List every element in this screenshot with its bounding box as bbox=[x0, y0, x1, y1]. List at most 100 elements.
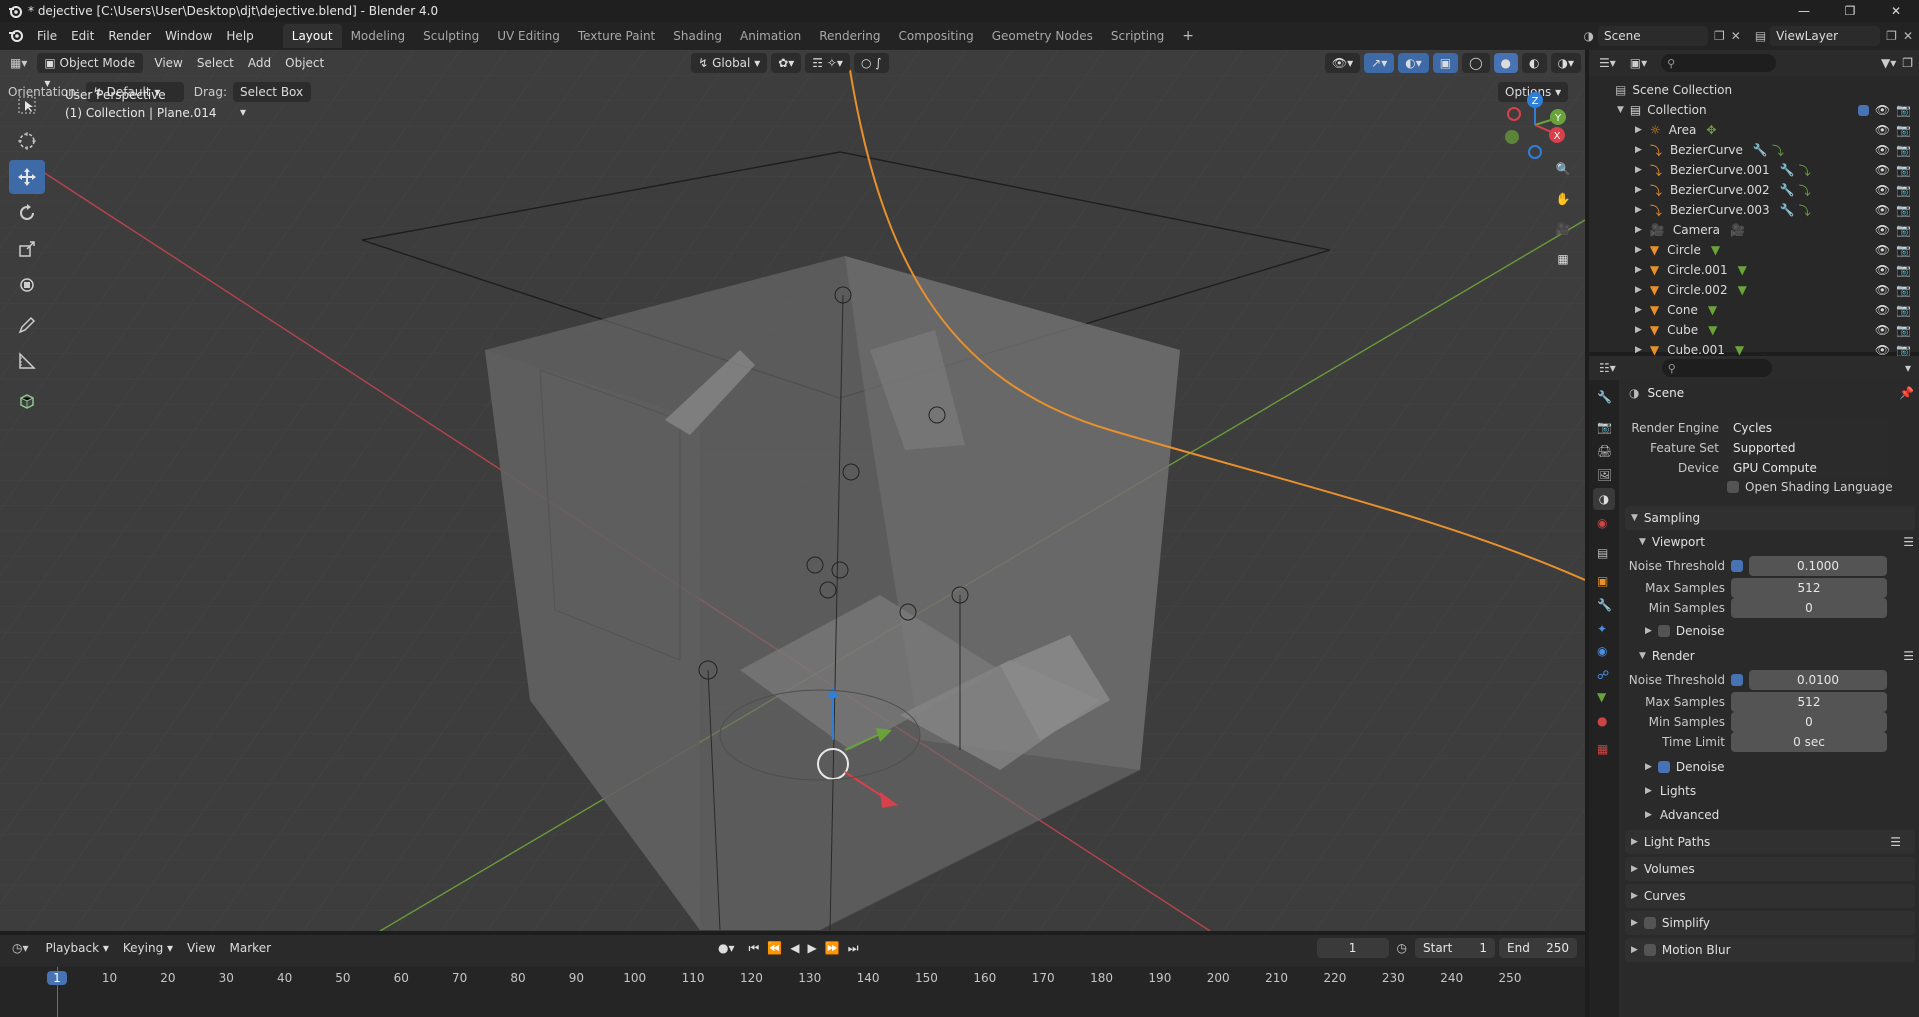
menu-help[interactable]: Help bbox=[219, 24, 260, 48]
feature-set-selector[interactable]: Supported bbox=[1727, 438, 1889, 458]
viewport-noise-threshold-checkbox[interactable] bbox=[1731, 560, 1743, 572]
xray-toggle[interactable]: ▣ bbox=[1432, 53, 1459, 73]
minimize-button[interactable]: — bbox=[1781, 0, 1827, 22]
add-workspace-button[interactable]: + bbox=[1173, 24, 1203, 48]
mesh-data-icon[interactable]: ▼ bbox=[1735, 343, 1744, 357]
mesh-data-icon[interactable]: ▼ bbox=[1711, 243, 1720, 257]
annotate-tool[interactable] bbox=[9, 308, 45, 342]
editor-type-icon[interactable]: ▦▾ bbox=[10, 56, 27, 70]
display-mode-icon[interactable]: ▣▾ bbox=[1630, 56, 1647, 70]
tab-compositing[interactable]: Compositing bbox=[889, 24, 982, 48]
camera-render-icon[interactable]: 📷 bbox=[1896, 103, 1911, 117]
outliner-item[interactable]: ▶ ▼ Cube ▼ 👁 📷 bbox=[1589, 320, 1919, 340]
eye-icon[interactable]: 👁 bbox=[1875, 163, 1890, 177]
modifier-tab-icon[interactable]: 🔧 bbox=[1597, 598, 1612, 612]
camera-render-icon[interactable]: 📷 bbox=[1896, 143, 1911, 157]
tab-texture-paint[interactable]: Texture Paint bbox=[569, 24, 664, 48]
scene-selector[interactable]: Scene bbox=[1598, 26, 1708, 46]
eye-icon[interactable]: 👁 bbox=[1875, 343, 1890, 357]
expand-chevron-icon[interactable]: ▶ bbox=[1635, 305, 1642, 315]
expand-chevron-icon[interactable]: ▶ bbox=[1635, 265, 1642, 275]
scene-tab-icon[interactable]: ◑ bbox=[1593, 488, 1615, 510]
viewport-denoise-checkbox[interactable] bbox=[1657, 625, 1670, 637]
lights-subpanel[interactable]: ▶ Lights bbox=[1645, 780, 1915, 802]
expand-chevron-icon[interactable]: ▶ bbox=[1635, 345, 1642, 355]
light-data-icon[interactable]: ✥ bbox=[1706, 123, 1716, 137]
render-subpanel-header[interactable]: ▼ Render ☰ bbox=[1639, 644, 1914, 668]
expand-chevron-icon[interactable]: ▶ bbox=[1635, 285, 1642, 295]
expand-chevron-icon[interactable]: ▶ bbox=[1635, 325, 1642, 335]
curve-data-icon[interactable]: ⤵ bbox=[1799, 162, 1811, 179]
camera-render-icon[interactable]: 📷 bbox=[1896, 163, 1911, 177]
pin-icon[interactable]: 📌 bbox=[1899, 386, 1914, 400]
osl-checkbox[interactable] bbox=[1727, 481, 1739, 493]
constraints-tab-icon[interactable]: ☍ bbox=[1597, 668, 1609, 682]
simplify-section-header[interactable]: ▶ Simplify bbox=[1625, 911, 1915, 935]
expand-chevron-icon[interactable]: ▶ bbox=[1635, 225, 1642, 235]
camera-data-icon[interactable]: 🎥 bbox=[1730, 223, 1745, 237]
menu-file[interactable]: File bbox=[30, 24, 64, 48]
render-noise-threshold-checkbox[interactable] bbox=[1731, 674, 1743, 686]
camera-render-icon[interactable]: 📷 bbox=[1896, 223, 1911, 237]
render-engine-selector[interactable]: Cycles bbox=[1727, 418, 1889, 438]
filter-icon[interactable]: ▼▾ bbox=[1881, 56, 1896, 70]
curves-section-header[interactable]: ▶ Curves bbox=[1625, 884, 1915, 908]
render-time-limit-field[interactable]: 0 sec bbox=[1731, 732, 1887, 752]
cursor-tool[interactable] bbox=[9, 124, 45, 158]
viewport-scene[interactable] bbox=[0, 50, 1585, 931]
viewport-denoise-subpanel[interactable]: ▶ Denoise bbox=[1645, 620, 1915, 642]
mode-selector[interactable]: ▣ Object Mode ▾ bbox=[37, 53, 144, 90]
measure-tool[interactable] bbox=[9, 344, 45, 378]
expand-chevron-icon[interactable]: ▶ bbox=[1635, 185, 1642, 195]
render-denoise-checkbox[interactable] bbox=[1657, 761, 1670, 773]
outliner-editor-type-icon[interactable]: ☰▾ bbox=[1599, 56, 1616, 70]
wrench-icon[interactable]: 🔧 bbox=[1780, 183, 1795, 197]
particles-tab-icon[interactable]: ✦ bbox=[1597, 622, 1607, 636]
properties-editor-type-icon[interactable]: ☷▾ bbox=[1599, 361, 1616, 375]
gizmo-toggle[interactable]: ↗▾ bbox=[1364, 53, 1395, 73]
new-viewlayer-icon[interactable]: ❐ bbox=[1886, 29, 1897, 43]
simplify-checkbox[interactable] bbox=[1643, 917, 1656, 929]
volumes-section-header[interactable]: ▶ Volumes bbox=[1625, 857, 1915, 881]
visibility-selector[interactable]: 👁▾ bbox=[1324, 53, 1361, 73]
mesh-data-icon[interactable]: ▼ bbox=[1738, 263, 1747, 277]
viewport-noise-threshold-field[interactable]: 0.1000 bbox=[1749, 556, 1887, 576]
world-tab-icon[interactable]: ◉ bbox=[1597, 516, 1607, 530]
presets-list-icon[interactable]: ☰ bbox=[1903, 535, 1914, 549]
overlay-toggle[interactable]: ◐▾ bbox=[1398, 53, 1429, 73]
render-tab-icon[interactable]: 📷 bbox=[1597, 420, 1612, 434]
new-collection-icon[interactable]: ❐ bbox=[1902, 56, 1913, 70]
outliner-item[interactable]: ▶ ☼ Area ✥ 👁 📷 bbox=[1589, 120, 1919, 140]
camera-render-icon[interactable]: 📷 bbox=[1896, 243, 1911, 257]
jump-keyframe-back-icon[interactable]: ⏪ bbox=[767, 941, 782, 955]
perspective-grid-icon[interactable]: ▦ bbox=[1550, 246, 1576, 272]
curve-data-icon[interactable]: ⤵ bbox=[1799, 202, 1811, 219]
camera-render-icon[interactable]: 📷 bbox=[1896, 283, 1911, 297]
wrench-icon[interactable]: 🔧 bbox=[1780, 203, 1795, 217]
pivot-point-selector[interactable]: ✿▾ bbox=[771, 53, 802, 73]
mesh-data-icon[interactable]: ▼ bbox=[1708, 323, 1717, 337]
menu-render[interactable]: Render bbox=[101, 24, 158, 48]
eye-icon[interactable]: 👁 bbox=[1875, 243, 1890, 257]
eye-icon[interactable]: 👁 bbox=[1875, 323, 1890, 337]
expand-chevron-icon[interactable]: ▶ bbox=[1635, 205, 1642, 215]
viewport-menu-view[interactable]: View bbox=[147, 51, 189, 75]
tab-modeling[interactable]: Modeling bbox=[342, 24, 415, 48]
sampling-section-header[interactable]: ▼ Sampling bbox=[1625, 506, 1915, 530]
menu-window[interactable]: Window bbox=[158, 24, 219, 48]
add-cube-tool[interactable] bbox=[9, 384, 45, 418]
clock-icon[interactable]: ◷ bbox=[1397, 941, 1407, 955]
eye-icon[interactable]: 👁 bbox=[1875, 103, 1890, 117]
tab-animation[interactable]: Animation bbox=[731, 24, 810, 48]
outliner-item[interactable]: ▶ ▼ Circle ▼ 👁 📷 bbox=[1589, 240, 1919, 260]
outliner-item[interactable]: ▶ ⤵ BezierCurve 🔧 ⤵ 👁 📷 bbox=[1589, 140, 1919, 160]
motion-blur-checkbox[interactable] bbox=[1643, 944, 1656, 956]
output-tab-icon[interactable]: 🖨 bbox=[1597, 444, 1612, 458]
eye-icon[interactable]: 👁 bbox=[1875, 263, 1890, 277]
start-frame-field[interactable]: Start 1 bbox=[1415, 938, 1495, 958]
viewport-menu-add[interactable]: Add bbox=[241, 51, 278, 75]
presets-list-icon[interactable]: ☰ bbox=[1890, 835, 1901, 849]
curve-data-icon[interactable]: ⤵ bbox=[1799, 182, 1811, 199]
eye-icon[interactable]: 👁 bbox=[1875, 183, 1890, 197]
wrench-icon[interactable]: 🔧 bbox=[1753, 143, 1768, 157]
